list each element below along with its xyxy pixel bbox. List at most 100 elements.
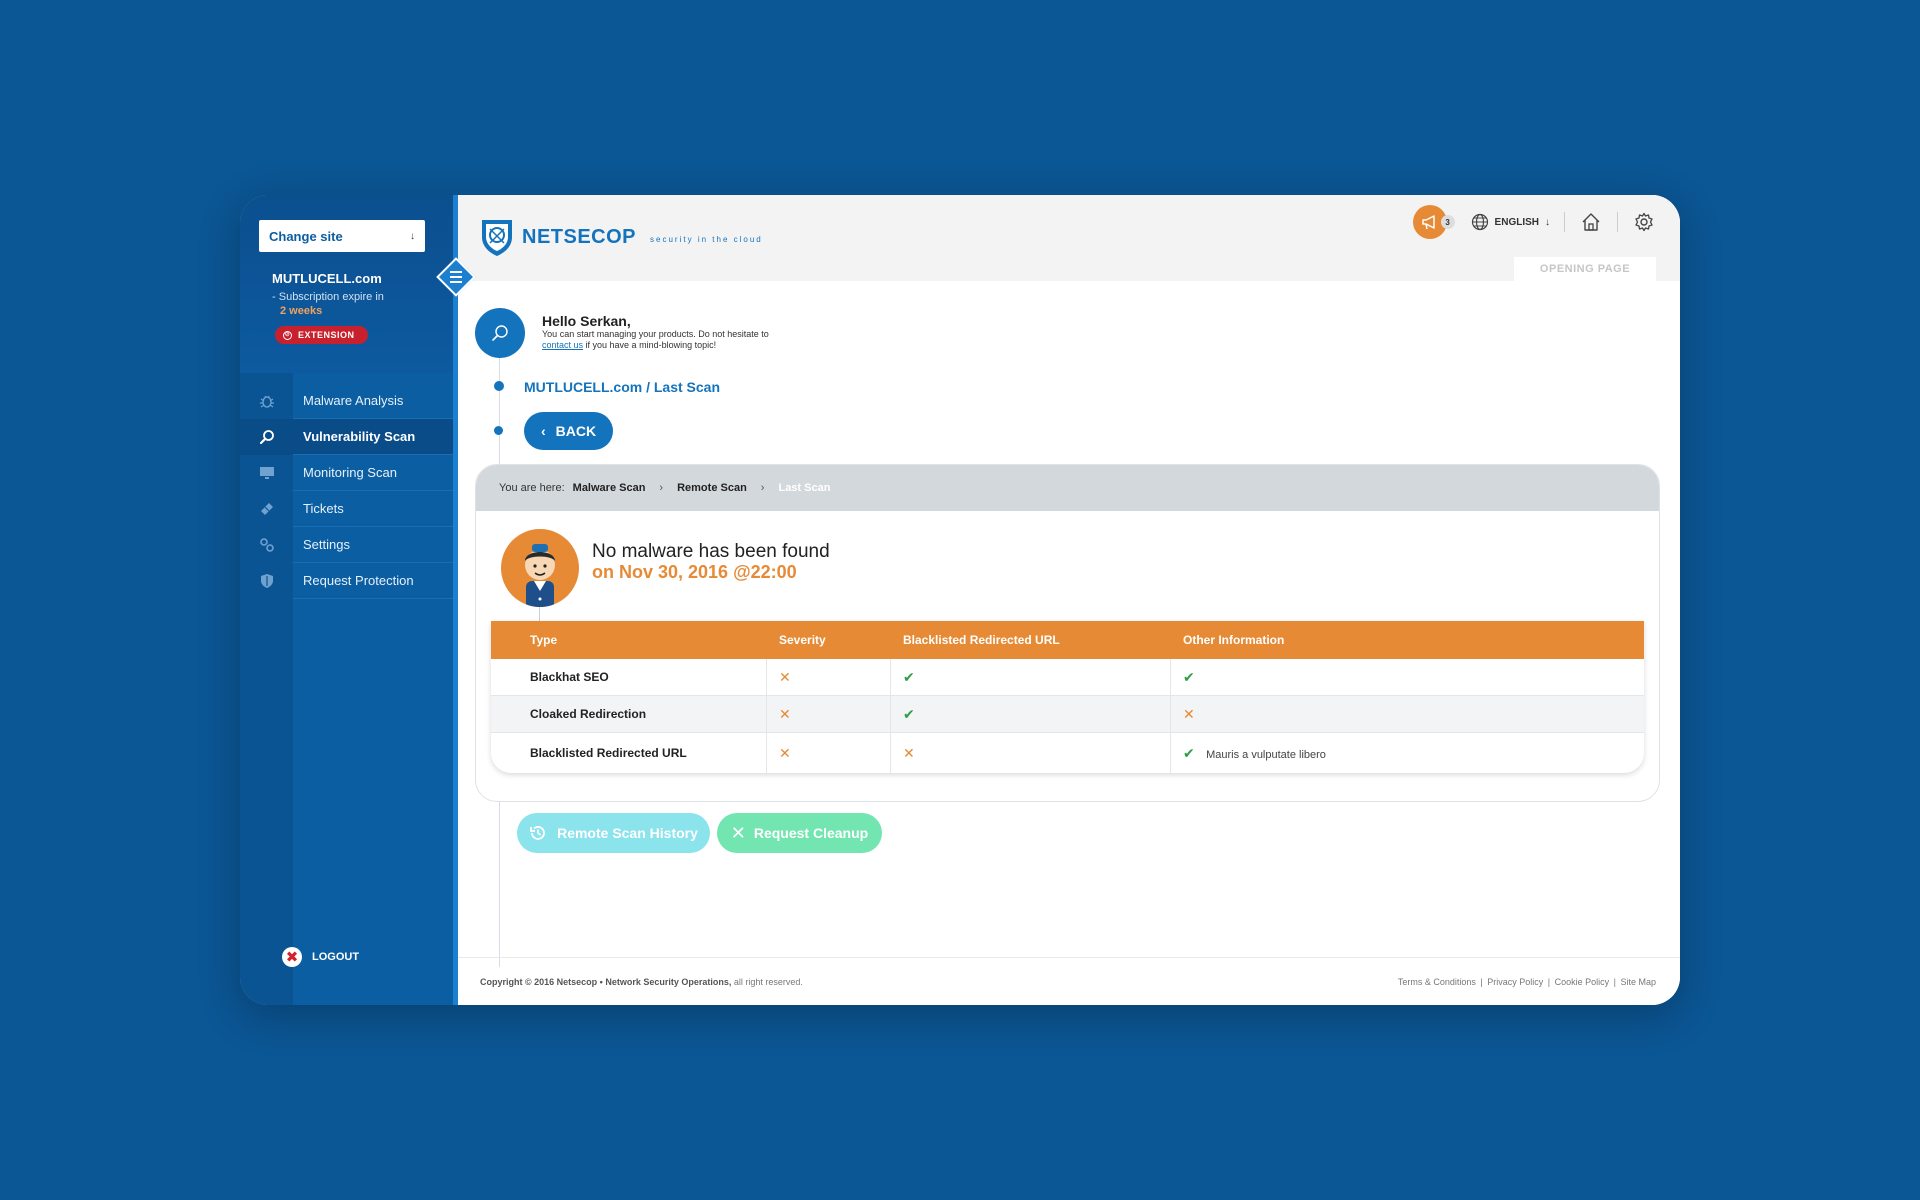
cleanup-label: Request Cleanup bbox=[753, 825, 869, 841]
history-icon bbox=[530, 826, 545, 840]
check-icon: ✔ bbox=[903, 668, 915, 685]
language-selector[interactable]: ENGLISH ↓ bbox=[1471, 213, 1550, 231]
agent-avatar bbox=[501, 529, 579, 607]
check-icon: ✔ bbox=[1183, 744, 1195, 761]
sidebar-item-vulnerability-scan[interactable]: Vulnerability Scan bbox=[240, 419, 453, 455]
table-row: Cloaked Redirection ✕ ✔ ✕ bbox=[491, 696, 1644, 733]
cell-severity: ✕ bbox=[767, 733, 891, 773]
greeting-icon-circle bbox=[475, 308, 525, 358]
cell-other: ✔ bbox=[1171, 659, 1644, 696]
app-window: Change site ↓ MUTLUCELL.com - Subscripti… bbox=[240, 195, 1680, 1005]
sidebar-item-label: Vulnerability Scan bbox=[293, 419, 453, 455]
search-icon bbox=[492, 325, 508, 341]
cell-severity: ✕ bbox=[767, 659, 891, 696]
breadcrumb: You are here: Malware Scan › Remote Scan… bbox=[476, 465, 1659, 511]
cell-blacklisted: ✔ bbox=[891, 696, 1171, 733]
brand-tagline: security in the cloud bbox=[650, 234, 763, 244]
top-header: NETSECOP security in the cloud 3 ENGLISH… bbox=[458, 195, 1680, 281]
cell-severity: ✕ bbox=[767, 696, 891, 733]
change-site-dropdown[interactable]: Change site ↓ bbox=[259, 220, 425, 252]
page-title: MUTLUCELL.com / Last Scan bbox=[524, 379, 721, 395]
settings-button[interactable] bbox=[1632, 210, 1656, 234]
clock-icon: ⊘ bbox=[283, 330, 292, 340]
footer-link-cookie[interactable]: Cookie Policy bbox=[1555, 977, 1610, 987]
cell-blacklisted: ✔ bbox=[891, 659, 1171, 696]
timeline-dot bbox=[494, 426, 503, 435]
sidebar-site-panel: Change site ↓ MUTLUCELL.com - Subscripti… bbox=[240, 195, 453, 373]
change-site-label: Change site bbox=[269, 228, 343, 244]
breadcrumb-prefix: You are here: bbox=[499, 482, 565, 494]
sidebar: Change site ↓ MUTLUCELL.com - Subscripti… bbox=[240, 195, 453, 1005]
contact-us-link[interactable]: contact us bbox=[542, 340, 583, 350]
site-name: MUTLUCELL.com bbox=[272, 271, 382, 286]
gears-icon bbox=[240, 537, 293, 553]
arrow-down-icon: ↓ bbox=[1545, 216, 1550, 228]
chevron-left-icon: ‹ bbox=[540, 423, 546, 439]
cell-blacklisted: ✕ bbox=[891, 733, 1171, 773]
notifications-button[interactable]: 3 bbox=[1412, 205, 1455, 239]
footer-link-sitemap[interactable]: Site Map bbox=[1620, 977, 1656, 987]
chevron-right-icon: › bbox=[760, 482, 765, 494]
scan-results-table: Type Severity Blacklisted Redirected URL… bbox=[491, 621, 1644, 773]
cross-icon: ✕ bbox=[779, 705, 791, 722]
arrow-down-icon: ↓ bbox=[410, 230, 415, 242]
cell-type: Blacklisted Redirected URL bbox=[491, 733, 767, 773]
home-icon bbox=[1582, 213, 1600, 231]
breadcrumb-item-remote-scan[interactable]: Remote Scan bbox=[677, 482, 747, 494]
brand-logo[interactable]: NETSECOP security in the cloud bbox=[480, 217, 763, 257]
other-info-text: Mauris a vulputate libero bbox=[1206, 748, 1326, 761]
remote-scan-history-button[interactable]: Remote Scan History bbox=[517, 813, 710, 853]
megaphone-icon bbox=[1421, 215, 1435, 230]
shield-icon bbox=[240, 573, 293, 589]
sidebar-item-settings[interactable]: Settings bbox=[240, 527, 453, 563]
chevron-right-icon: › bbox=[659, 482, 664, 494]
sidebar-item-malware-analysis[interactable]: Malware Analysis bbox=[240, 383, 453, 419]
footer-links: Terms & Conditions | Privacy Policy | Co… bbox=[1397, 976, 1656, 987]
result-date: on Nov 30, 2016 @22:00 bbox=[592, 562, 797, 582]
gear-icon bbox=[1635, 212, 1653, 232]
timeline-dot bbox=[494, 381, 504, 391]
cross-icon: ✕ bbox=[779, 744, 791, 761]
globe-icon bbox=[1471, 213, 1488, 231]
sidebar-item-monitoring-scan[interactable]: Monitoring Scan bbox=[240, 455, 453, 491]
greeting-text: You can start managing your products. Do… bbox=[542, 329, 769, 350]
sidebar-item-request-protection[interactable]: Request Protection bbox=[240, 563, 453, 599]
subscription-weeks: 2 weeks bbox=[280, 305, 323, 317]
check-icon: ✔ bbox=[1183, 668, 1195, 685]
cell-other: ✕ bbox=[1171, 696, 1644, 733]
header-divider bbox=[1564, 212, 1565, 232]
greeting-title: Hello Serkan, bbox=[542, 313, 631, 329]
footer-link-terms[interactable]: Terms & Conditions bbox=[1398, 977, 1476, 987]
header-actions: 3 ENGLISH ↓ bbox=[1412, 205, 1656, 239]
bug-icon bbox=[240, 393, 293, 409]
home-button[interactable] bbox=[1579, 210, 1603, 234]
request-cleanup-button[interactable]: ✕ Request Cleanup bbox=[717, 813, 882, 853]
monitor-icon bbox=[240, 465, 293, 481]
cell-other: ✔ Mauris a vulputate libero bbox=[1171, 733, 1644, 773]
logout-label: LOGOUT bbox=[312, 951, 360, 963]
logout-button[interactable]: ✖ LOGOUT bbox=[282, 947, 359, 967]
ticket-icon bbox=[240, 501, 293, 517]
footer: Copyright © 2016 Netsecop • Network Secu… bbox=[458, 957, 1680, 1005]
search-icon bbox=[240, 429, 293, 445]
notification-count: 3 bbox=[1440, 215, 1455, 229]
back-button[interactable]: ‹ BACK bbox=[524, 412, 613, 450]
column-header-type: Type bbox=[491, 621, 767, 659]
table-row: Blackhat SEO ✕ ✔ ✔ bbox=[491, 659, 1644, 696]
brand-name: NETSECOP bbox=[522, 225, 637, 248]
table-header-row: Type Severity Blacklisted Redirected URL… bbox=[491, 621, 1644, 659]
sidebar-item-label: Settings bbox=[293, 527, 453, 563]
column-header-blacklisted: Blacklisted Redirected URL bbox=[891, 621, 1171, 659]
footer-link-privacy[interactable]: Privacy Policy bbox=[1487, 977, 1543, 987]
sidebar-item-tickets[interactable]: Tickets bbox=[240, 491, 453, 527]
extension-button[interactable]: ⊘ EXTENSION bbox=[275, 326, 368, 344]
tab-opening-page[interactable]: OPENING PAGE bbox=[1514, 257, 1656, 281]
cross-icon: ✕ bbox=[1183, 705, 1195, 722]
language-label: ENGLISH bbox=[1494, 216, 1539, 228]
sidebar-nav: Malware Analysis Vulnerability Scan Moni… bbox=[240, 383, 453, 599]
hamburger-icon bbox=[450, 271, 462, 283]
breadcrumb-item-malware-scan[interactable]: Malware Scan bbox=[573, 482, 646, 494]
close-icon: ✕ bbox=[730, 822, 746, 843]
check-icon: ✔ bbox=[903, 705, 915, 722]
scan-result-card: You are here: Malware Scan › Remote Scan… bbox=[475, 464, 1660, 802]
